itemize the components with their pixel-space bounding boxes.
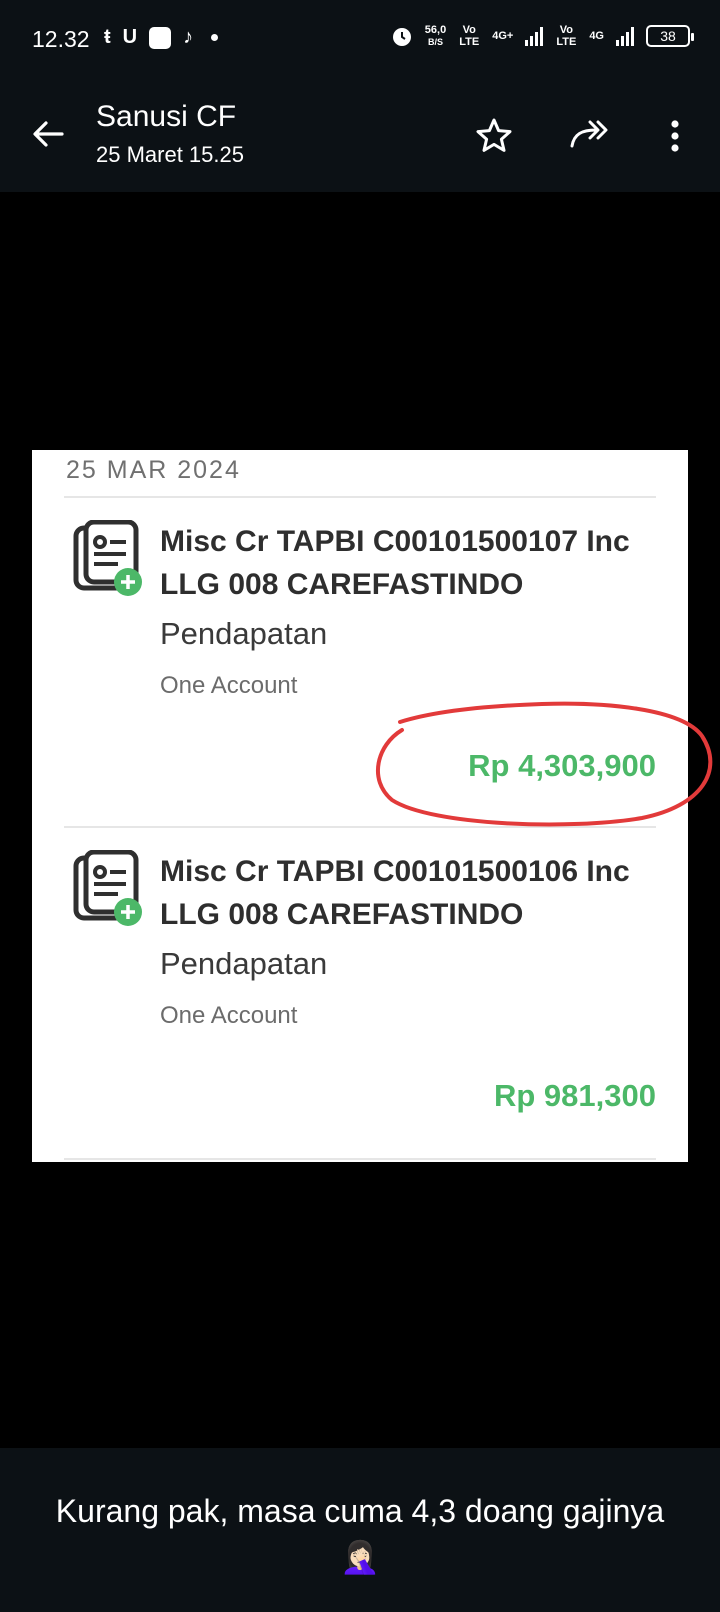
message-timestamp: 25 Maret 15.25 <box>96 142 244 167</box>
tiktok-icon: ♪ <box>183 26 194 48</box>
back-arrow-icon[interactable] <box>28 114 68 154</box>
sender-name: Sanusi CF <box>96 100 237 133</box>
transaction-item: Misc Cr TAPBI C00101500106 Inc LLG 008 C… <box>32 830 688 1160</box>
income-document-icon <box>73 520 142 596</box>
net-type-1: 4G+ <box>492 30 514 42</box>
transaction-account: One Account <box>160 1002 298 1029</box>
u-app-icon: U <box>122 26 138 48</box>
statement-date-header: 25 MAR 2024 <box>66 456 241 484</box>
divider <box>64 1158 656 1160</box>
income-document-icon <box>73 850 142 926</box>
volte-2: Vo LTE <box>556 24 577 48</box>
status-right-icons: 56,0 B/S Vo LTE 4G+ Vo LTE 4G 38 <box>391 24 694 48</box>
app-bar: Sanusi CF 25 Maret 15.25 <box>0 80 720 192</box>
transaction-title: Misc Cr TAPBI C00101500107 Inc LLG 008 C… <box>160 525 630 601</box>
net-speed: 56,0 B/S <box>424 24 447 47</box>
status-bar: 12.32 ŧ U ♪ 56,0 B/S Vo LTE 4G+ Vo LTE 4… <box>0 0 720 80</box>
media-caption: Kurang pak, masa cuma 4,3 doang gajinya🤦… <box>55 1493 665 1575</box>
net-type-2: 4G <box>589 30 604 42</box>
transaction-account: One Account <box>160 672 298 699</box>
app-square-icon <box>149 26 172 49</box>
volte-1: Vo LTE <box>459 24 480 48</box>
tokopedia-icon: ŧ <box>104 26 111 48</box>
transaction-title: Misc Cr TAPBI C00101500106 Inc LLG 008 C… <box>160 855 630 931</box>
more-vertical-icon[interactable] <box>660 116 690 156</box>
more-notifications-dot-icon <box>211 34 219 41</box>
signal-2-icon <box>616 26 634 46</box>
media-caption-box: Kurang pak, masa cuma 4,3 doang gajinya🤦… <box>0 1448 720 1612</box>
status-time: 12.32 <box>32 26 90 52</box>
transaction-category: Pendapatan <box>160 616 328 651</box>
divider <box>64 496 656 498</box>
notification-icons: ŧ U ♪ <box>104 26 219 49</box>
transaction-amount: Rp 981,300 <box>494 1078 656 1113</box>
alarm-icon <box>392 28 411 46</box>
red-annotation-circle <box>375 701 713 827</box>
forward-icon[interactable] <box>568 116 612 156</box>
battery-icon: 38 <box>646 25 694 47</box>
star-icon[interactable] <box>474 116 514 156</box>
transaction-category: Pendapatan <box>160 946 328 981</box>
signal-1-icon <box>525 26 544 46</box>
